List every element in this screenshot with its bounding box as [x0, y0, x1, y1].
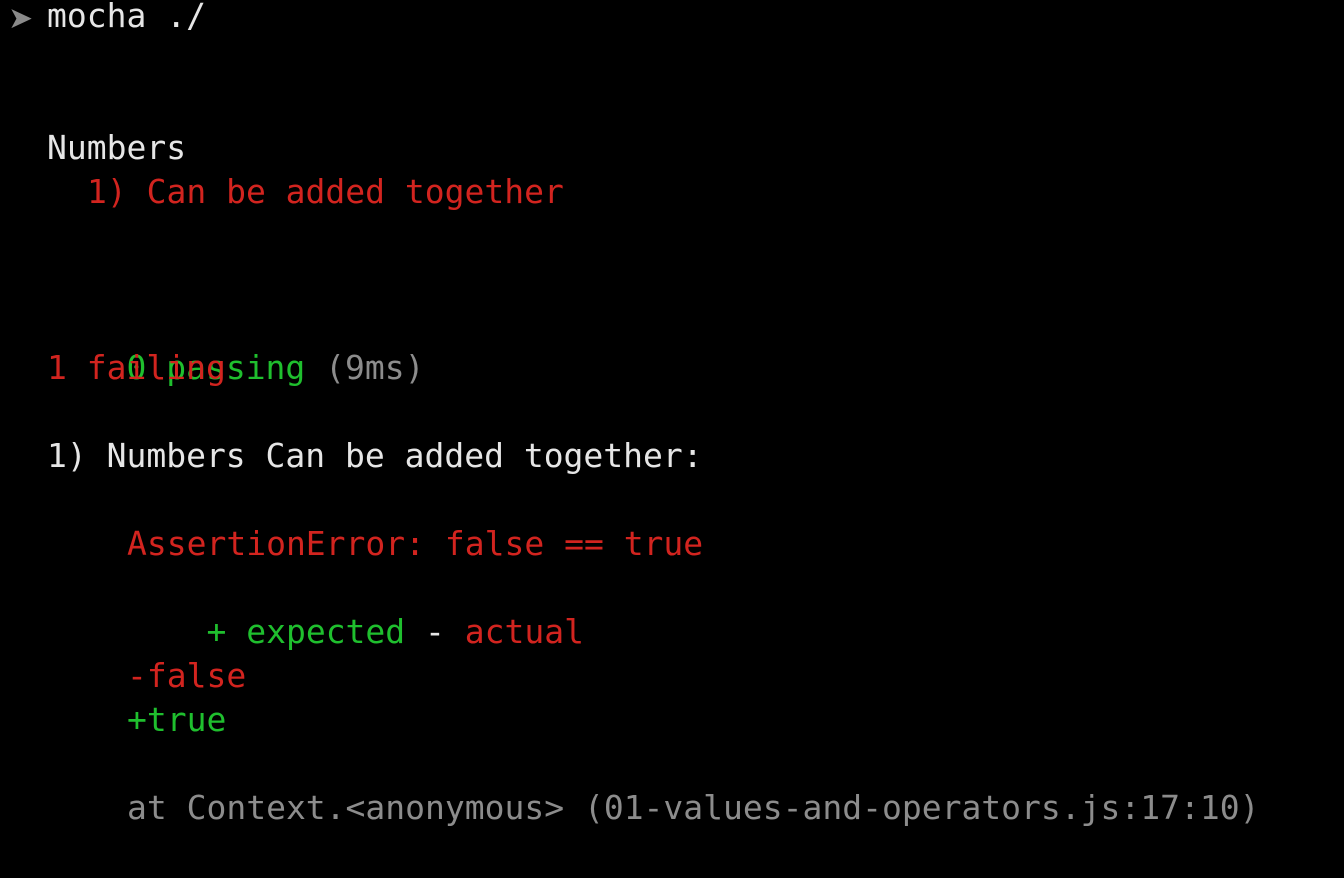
suite-name: Numbers — [47, 128, 187, 167]
diff-legend: + expected - actual — [127, 566, 584, 651]
terminal-window[interactable]: ➤ mocha ./ Numbers 1) Can be added toget… — [0, 0, 1344, 878]
assertion-error: AssertionError: false == true — [127, 524, 704, 563]
passing-summary: 0 passing (9ms) — [47, 302, 424, 387]
failing-count: 1 failing — [47, 348, 226, 387]
diff-removed-line: -false — [127, 656, 247, 695]
diff-added-line: +true — [127, 700, 227, 739]
failure-title: 1) Numbers Can be added together: — [47, 436, 703, 475]
diff-legend-actual: actual — [464, 612, 584, 651]
failed-test-item: 1) Can be added together — [87, 172, 564, 211]
passing-time: (9ms) — [325, 348, 425, 387]
diff-legend-separator: - — [405, 612, 465, 651]
command-line: mocha ./ — [47, 0, 206, 35]
diff-legend-expected: + expected — [206, 612, 406, 651]
prompt-arrow-icon: ➤ — [8, 1, 34, 36]
stack-trace-line: at Context.<anonymous> (01-values-and-op… — [127, 788, 1260, 827]
